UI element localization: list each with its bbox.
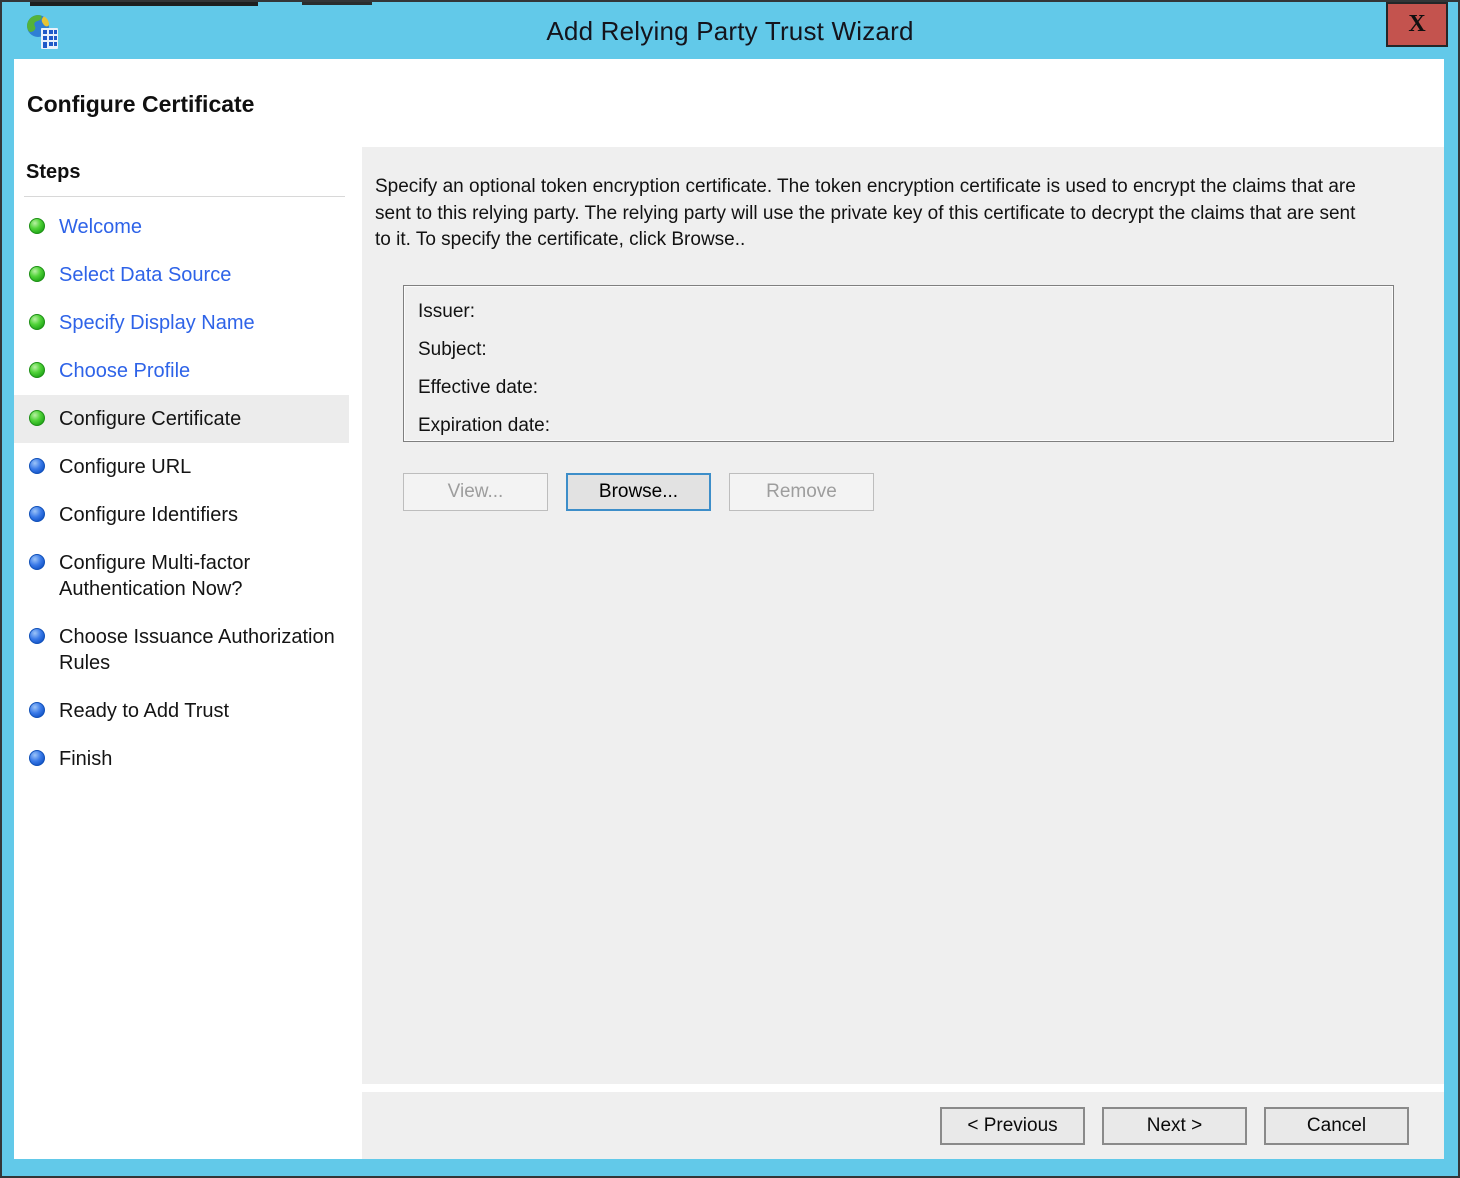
step-label: Welcome (59, 216, 142, 238)
sidebar-step-welcome[interactable]: Welcome (14, 203, 349, 251)
sidebar-step-configure-certificate: Configure Certificate (14, 395, 349, 443)
completed-step-bullet-icon (29, 314, 45, 330)
certificate-field-row: Expiration date: (418, 415, 1379, 453)
completed-step-bullet-icon (29, 410, 45, 426)
certificate-field-label: Effective date: (418, 376, 539, 398)
sidebar-step-configure-identifiers: Configure Identifiers (14, 491, 349, 539)
pending-step-bullet-icon (29, 702, 45, 718)
sidebar-step-finish: Finish (14, 735, 349, 783)
pending-step-bullet-icon (29, 458, 45, 474)
browse-button[interactable]: Browse... (566, 472, 711, 511)
certificate-field-row: Issuer: (418, 301, 1379, 339)
certificate-field-label: Issuer: (418, 300, 476, 322)
step-label: Configure Multi-factor Authentication No… (59, 552, 251, 600)
completed-step-bullet-icon (29, 266, 45, 282)
step-description: Specify an optional token encryption cer… (375, 176, 1356, 250)
previous-button[interactable]: < Previous (940, 1106, 1085, 1145)
step-label: Configure URL (59, 456, 192, 478)
page-title: Configure Certificate (27, 91, 255, 117)
certificate-field-label: Expiration date: (418, 414, 551, 436)
client-area: Configure Certificate Steps Welcome Selec… (14, 59, 1444, 1159)
step-label: Configure Certificate (59, 408, 242, 430)
sidebar-step-configure-multi-factor-authentication-now: Configure Multi-factor Authentication No… (14, 539, 349, 613)
pending-step-bullet-icon (29, 750, 45, 766)
cancel-button[interactable]: Cancel (1264, 1106, 1409, 1145)
steps-sidebar: Steps Welcome Select Data Source Specify D… (14, 147, 349, 1159)
sidebar-step-specify-display-name[interactable]: Specify Display Name (14, 299, 349, 347)
main-content: Specify an optional token encryption cer… (362, 147, 1444, 1084)
sidebar-step-choose-profile[interactable]: Choose Profile (14, 347, 349, 395)
sidebar-content-divider (349, 147, 362, 1159)
pending-step-bullet-icon (29, 506, 45, 522)
step-label: Select Data Source (59, 264, 232, 286)
completed-step-bullet-icon (29, 218, 45, 234)
steps-heading: Steps (24, 159, 345, 197)
certificate-field-row: Effective date: (418, 377, 1379, 415)
completed-step-bullet-icon (29, 362, 45, 378)
certificate-actions: View... Browse... Remove (403, 472, 1444, 511)
sidebar-step-configure-url: Configure URL (14, 443, 349, 491)
wizard-window: Add Relying Party Trust Wizard X Configu… (0, 0, 1460, 1178)
certificate-field-row: Subject: (418, 339, 1379, 377)
certificate-field-label: Subject: (418, 338, 487, 360)
view-button: View... (403, 472, 548, 511)
step-label: Choose Issuance Authorization Rules (59, 626, 335, 674)
sidebar-step-choose-issuance-authorization-rules: Choose Issuance Authorization Rules (14, 613, 349, 687)
bottom-bar-divider (362, 1084, 1444, 1092)
steps-list: Welcome Select Data Source Specify Display… (14, 203, 349, 783)
step-label: Specify Display Name (59, 312, 255, 334)
sidebar-step-select-data-source[interactable]: Select Data Source (14, 251, 349, 299)
titlebar: Add Relying Party Trust Wizard X (4, 2, 1456, 59)
sidebar-step-ready-to-add-trust: Ready to Add Trust (14, 687, 349, 735)
wizard-navigation-bar: < Previous Next > Cancel (362, 1092, 1444, 1159)
remove-button: Remove (729, 472, 874, 511)
pending-step-bullet-icon (29, 628, 45, 644)
window-title: Add Relying Party Trust Wizard (546, 16, 914, 46)
close-button[interactable]: X (1386, 2, 1448, 47)
step-label: Configure Identifiers (59, 504, 238, 526)
step-label: Choose Profile (59, 360, 191, 382)
next-button[interactable]: Next > (1102, 1106, 1247, 1145)
step-label: Finish (59, 748, 113, 770)
step-label: Ready to Add Trust (59, 700, 230, 722)
certificate-details-box: Issuer: Subject: Effective date: Expiration… (403, 284, 1394, 442)
header-band: Configure Certificate (14, 59, 1444, 147)
pending-step-bullet-icon (29, 554, 45, 570)
